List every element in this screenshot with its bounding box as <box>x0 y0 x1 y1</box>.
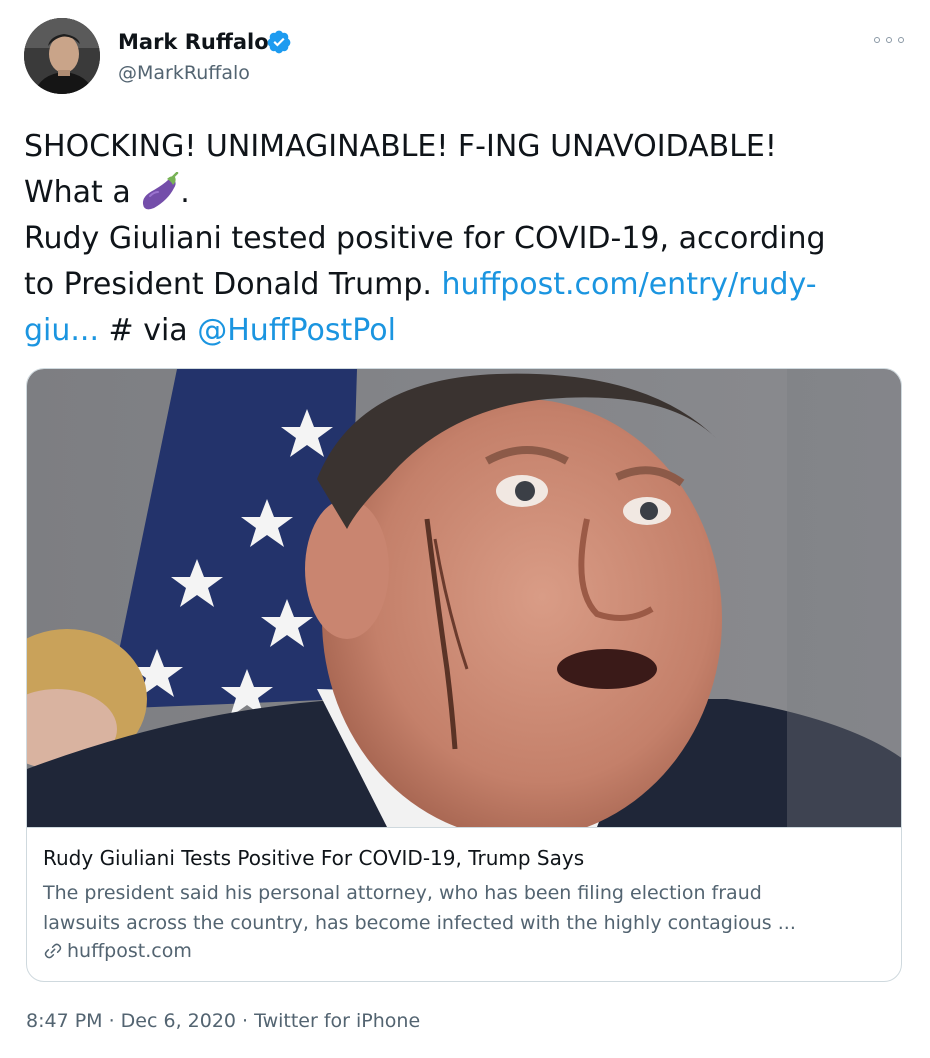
tweet-line-4: to President Donald Trump. huffpost.com/… <box>24 262 904 308</box>
article-link-continued[interactable]: giu... <box>24 313 99 348</box>
tweet-line-2-suffix: . <box>180 175 190 210</box>
verified-badge-icon <box>267 30 291 54</box>
card-title[interactable]: Rudy Giuliani Tests Positive For COVID-1… <box>43 846 584 870</box>
tweet-timestamp[interactable]: 8:47 PM · Dec 6, 2020 · Twitter for iPho… <box>26 1010 420 1032</box>
link-icon <box>44 943 62 959</box>
tweet-line-5: giu... # via @HuffPostPol <box>24 308 904 354</box>
avatar[interactable] <box>24 18 100 94</box>
tweet-text: SHOCKING! UNIMAGINABLE! F-ING UNAVOIDABL… <box>24 124 904 354</box>
card-meta: Rudy Giuliani Tests Positive For COVID-1… <box>27 827 901 981</box>
card-description: The president said his personal attorney… <box>43 878 883 938</box>
eggplant-emoji-icon <box>143 172 179 210</box>
tweet-line-4-text: to President Donald Trump. <box>24 267 432 302</box>
card-image <box>27 369 901 827</box>
via-text: # via <box>108 313 188 348</box>
card-domain[interactable]: huffpost.com <box>43 940 192 962</box>
card-description-line-1: The president said his personal attorney… <box>43 882 762 904</box>
tweet-line-3: Rudy Giuliani tested positive for COVID-… <box>24 221 826 256</box>
more-options-icon[interactable] <box>874 30 904 50</box>
author-name[interactable]: Mark Ruffalo <box>118 30 269 54</box>
card-domain-label: huffpost.com <box>67 940 192 962</box>
article-link[interactable]: huffpost.com/entry/rudy- <box>442 267 817 302</box>
link-card[interactable]: Rudy Giuliani Tests Positive For COVID-1… <box>26 368 902 982</box>
card-description-line-2: lawsuits across the country, has become … <box>43 912 796 934</box>
author-handle[interactable]: @MarkRuffalo <box>118 62 250 84</box>
tweet: Mark Ruffalo @MarkRuffalo SHOCKING! UNIM… <box>0 0 930 1058</box>
tweet-line-2: What a . <box>24 170 904 216</box>
tweet-line-2-prefix: What a <box>24 175 131 210</box>
avatar-photo <box>24 18 100 94</box>
tweet-line-1: SHOCKING! UNIMAGINABLE! F-ING UNAVOIDABL… <box>24 129 777 164</box>
mention-link[interactable]: @HuffPostPol <box>197 313 396 348</box>
